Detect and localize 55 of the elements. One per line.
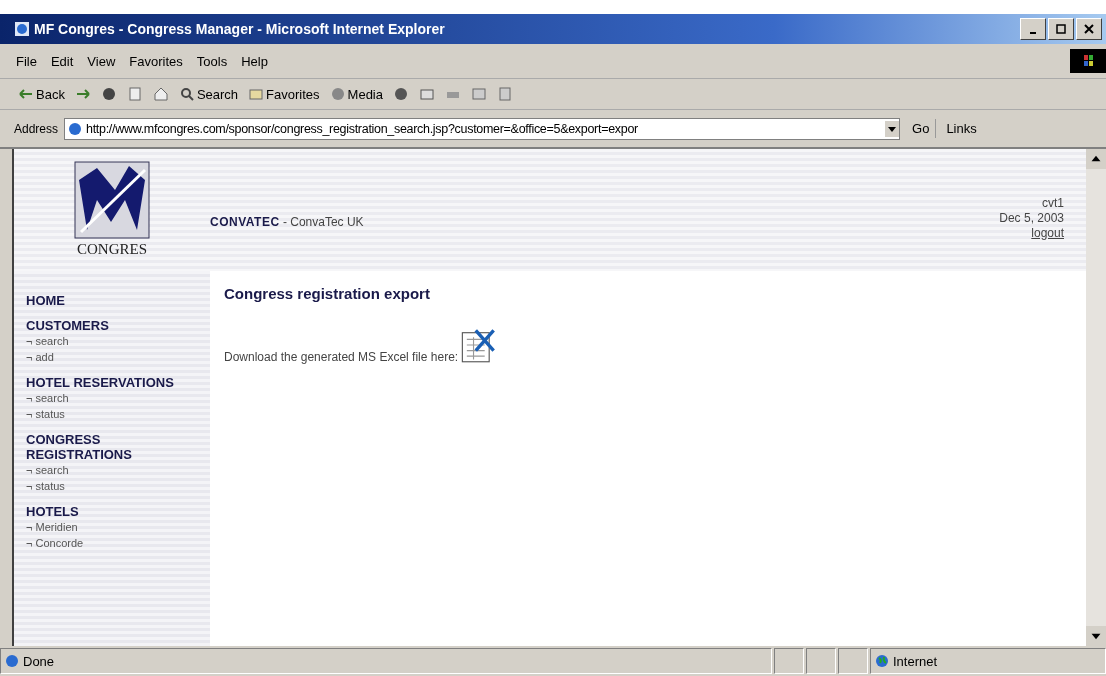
spreadsheet-file-icon[interactable] bbox=[460, 326, 497, 364]
browser-icon bbox=[14, 21, 30, 37]
nav-section-link[interactable]: HOTELS bbox=[26, 504, 176, 519]
nav-link[interactable]: ¬ Concorde bbox=[26, 535, 210, 551]
status-text: Done bbox=[23, 653, 55, 669]
vertical-scrollbar[interactable] bbox=[1086, 149, 1106, 646]
menu-item[interactable]: File bbox=[16, 53, 37, 69]
window-title: MF Congres - Congress Manager - Microsoft Internet Explorer bbox=[34, 21, 446, 37]
go-button[interactable]: Go bbox=[906, 119, 937, 138]
menu-item[interactable]: Help bbox=[241, 53, 268, 69]
username: cvt1 bbox=[1042, 195, 1064, 211]
media-button[interactable]: Media bbox=[327, 84, 385, 104]
globe-icon bbox=[875, 654, 889, 668]
search-icon bbox=[178, 86, 195, 102]
status-pane bbox=[806, 648, 836, 674]
nav-section-link[interactable]: HOME bbox=[26, 293, 176, 308]
download-text: Download the generated MS Excel file here: bbox=[224, 350, 459, 364]
nav-link[interactable]: ¬ Meridien bbox=[26, 519, 210, 535]
nav-section-link[interactable]: CUSTOMERS bbox=[26, 318, 176, 333]
status-pane bbox=[774, 648, 804, 674]
scroll-down-icon[interactable] bbox=[1086, 626, 1106, 646]
nav-section-link[interactable]: CONGRESS REGISTRATIONS bbox=[26, 432, 176, 462]
maximize-icon bbox=[1056, 24, 1066, 34]
status-pane bbox=[838, 648, 868, 674]
nav-link[interactable]: ¬ search bbox=[26, 333, 210, 349]
nav-link[interactable]: ¬ search bbox=[26, 390, 210, 406]
nav-link[interactable]: ¬ status bbox=[26, 406, 210, 422]
nav-section-link[interactable]: HOTEL RESERVATIONS bbox=[26, 375, 176, 390]
favorites-button[interactable]: Favorites bbox=[246, 84, 322, 104]
logout-link[interactable]: logout bbox=[1031, 225, 1064, 241]
security-zone: Internet bbox=[893, 653, 938, 669]
menu-item[interactable]: Tools bbox=[196, 53, 228, 69]
maximize-button[interactable] bbox=[1048, 18, 1074, 40]
back-button[interactable]: Back bbox=[16, 84, 67, 104]
search-button[interactable]: Search bbox=[176, 84, 241, 104]
nav-link[interactable]: ¬ search bbox=[26, 462, 210, 478]
company-name: CONVATEC - ConvaTec UK bbox=[210, 214, 365, 229]
minimize-button[interactable] bbox=[1020, 18, 1046, 40]
page-heading: Congress registration export bbox=[224, 285, 431, 302]
menu-item[interactable]: Favorites bbox=[129, 53, 183, 69]
address-label: Address bbox=[14, 121, 59, 136]
minimize-icon bbox=[1030, 31, 1036, 34]
links-button[interactable]: Links bbox=[942, 121, 977, 136]
menu-item[interactable]: View bbox=[87, 53, 116, 69]
scroll-up-icon[interactable] bbox=[1086, 149, 1106, 169]
date: Dec 5, 2003 bbox=[999, 210, 1064, 226]
close-icon bbox=[1084, 24, 1094, 34]
page-icon bbox=[68, 121, 83, 136]
page-icon bbox=[5, 654, 19, 668]
menu-item[interactable]: Edit bbox=[50, 53, 74, 69]
address-field[interactable]: http://www.mfcongres.com/sponsor/congress_registration_search.jsp?customer=&office=5&export=expor bbox=[64, 117, 901, 140]
close-button[interactable] bbox=[1076, 18, 1102, 40]
nav-link[interactable]: ¬ status bbox=[26, 478, 210, 494]
nav-link[interactable]: ¬ add bbox=[26, 349, 210, 365]
folder-icon bbox=[248, 86, 265, 102]
